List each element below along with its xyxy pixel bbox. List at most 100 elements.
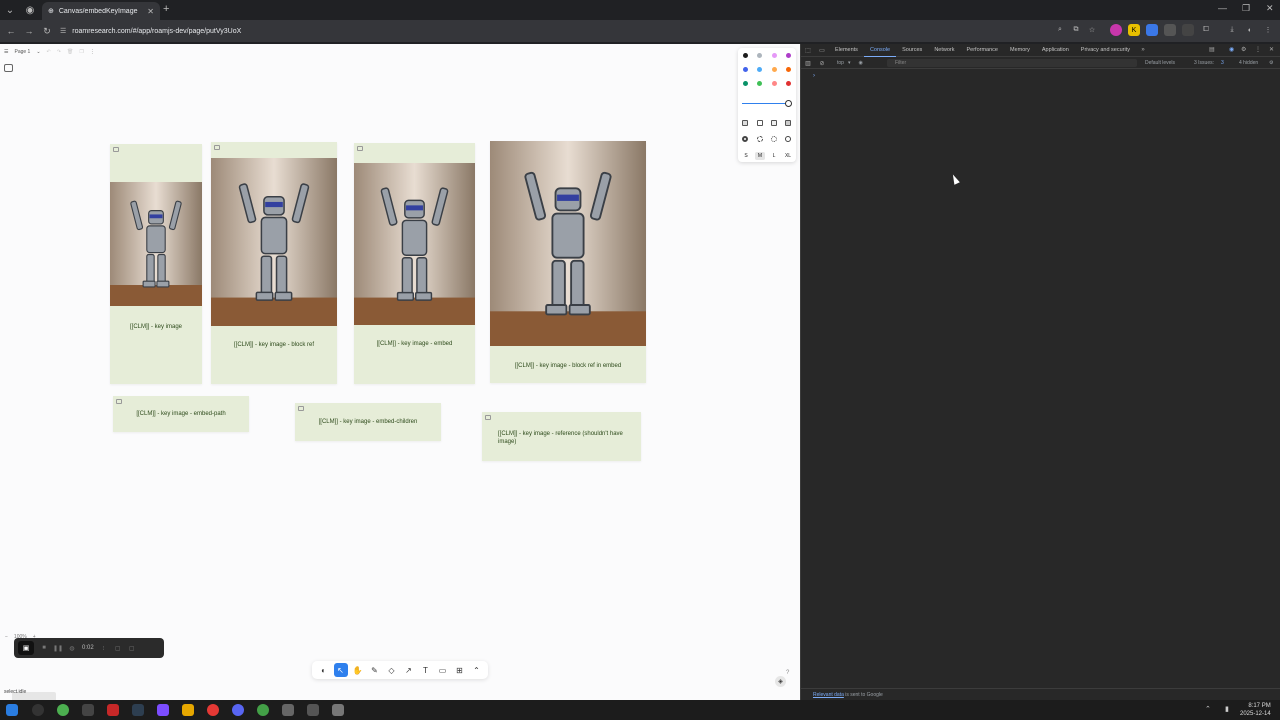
color-swatch[interactable] (786, 81, 791, 86)
clear-console-icon[interactable]: ⊘ (815, 60, 829, 67)
canvas-card-embed-children[interactable]: [[CLM]] - key image - embed-children (295, 403, 441, 441)
log-levels-dropdown[interactable]: Default levels (1145, 60, 1175, 66)
inspect-icon[interactable]: ⬚ (801, 47, 815, 54)
tab-application[interactable]: Application (1036, 44, 1075, 57)
arrow-icon[interactable]: ↗ (402, 663, 416, 677)
zoom-lens-icon[interactable]: ⌕ (1054, 24, 1066, 36)
stroke-draw-icon[interactable] (742, 136, 748, 142)
mic-icon[interactable]: ◍ (68, 644, 76, 652)
chrome-icon[interactable] (57, 704, 69, 716)
size-m-button[interactable]: M (755, 152, 765, 160)
eraser-icon[interactable]: ◇ (385, 663, 399, 677)
settings-icon[interactable]: ⁝ (100, 644, 108, 652)
extensions-icon[interactable]: ⧠ (1200, 24, 1212, 36)
extension-icon[interactable] (1110, 24, 1122, 36)
stop-icon[interactable]: ■ (40, 644, 48, 652)
redo-icon[interactable]: ↷ (57, 49, 61, 55)
tab-search-icon[interactable]: ⌄ (0, 0, 20, 20)
trash-icon[interactable]: 🗑 (67, 49, 73, 55)
ai-assist-icon[interactable]: ◉ (1229, 46, 1234, 53)
close-icon[interactable]: ▢ (128, 644, 136, 652)
tab-performance[interactable]: Performance (960, 44, 1004, 57)
back-icon[interactable]: ← (2, 26, 20, 36)
sidebar-icon[interactable]: ▥ (801, 60, 815, 67)
issues-label[interactable]: 3 Issues: (1194, 60, 1214, 66)
card-handle-icon[interactable] (214, 145, 220, 150)
tab-privacy[interactable]: Privacy and security (1075, 44, 1136, 57)
extension-puzzle-icon[interactable] (1164, 24, 1176, 36)
tab-sources[interactable]: Sources (896, 44, 928, 57)
canvas-card-embed[interactable]: [[CLM]] - key image - embed (354, 143, 475, 384)
page-label[interactable]: Page 1 (14, 49, 30, 55)
menu-icon[interactable]: ⋮ (1262, 24, 1274, 36)
zoom-out-icon[interactable]: − (5, 634, 8, 640)
hand-icon[interactable]: ✋ (351, 663, 365, 677)
app-icon[interactable] (107, 704, 119, 716)
undo-icon[interactable]: ↶ (47, 49, 51, 55)
color-swatch[interactable] (786, 67, 791, 72)
help-icon[interactable]: ? (786, 670, 789, 676)
tab-memory[interactable]: Memory (1004, 44, 1036, 57)
chevron-up-icon[interactable]: ⌃ (470, 663, 484, 677)
color-swatch[interactable] (743, 67, 748, 72)
size-l-button[interactable]: L (769, 152, 779, 160)
folder-icon[interactable] (182, 704, 194, 716)
camera-icon[interactable]: ▣ (18, 641, 34, 655)
app-icon[interactable] (32, 704, 44, 716)
color-swatch[interactable] (743, 53, 748, 58)
issues-tab-badge-icon[interactable]: ▤ (1209, 46, 1215, 53)
color-swatch[interactable] (743, 81, 748, 86)
more-tabs-icon[interactable]: » (1136, 47, 1150, 53)
browser-tab[interactable]: ⊕ Canvas/embedKeyImage ✕ (42, 2, 160, 20)
color-swatch[interactable] (772, 53, 777, 58)
live-expression-eye-icon[interactable]: ◉ (858, 60, 862, 66)
console-settings-icon[interactable]: ⚙ (1269, 60, 1273, 66)
devtools-settings-icon[interactable]: ⚙ (1241, 46, 1246, 53)
devtools-menu-icon[interactable]: ⋮ (1255, 46, 1261, 53)
app-icon[interactable] (82, 704, 94, 716)
restore-icon[interactable]: ❐ (1242, 3, 1250, 14)
canvas-card-block-ref-in-embed[interactable]: [[CLM]] - key image - block ref in embed (490, 141, 646, 383)
sidebar-toggle-icon[interactable] (4, 64, 13, 72)
pencil-icon[interactable]: ✎ (368, 663, 382, 677)
window-close-icon[interactable]: ✕ (1266, 3, 1274, 14)
fill-none-icon[interactable] (742, 120, 748, 126)
windows-start-icon[interactable] (6, 704, 18, 716)
install-icon[interactable]: ⧉ (1070, 24, 1082, 36)
tab-console[interactable]: Console (863, 44, 897, 57)
device-icon[interactable]: ▭ (815, 47, 829, 54)
fill-pattern-icon[interactable] (785, 120, 791, 126)
reload-icon[interactable]: ↻ (38, 26, 56, 37)
tab-elements[interactable]: Elements (829, 44, 864, 57)
context-chevron-icon[interactable]: ▾ (848, 60, 851, 66)
issues-count[interactable]: 3 (1221, 60, 1224, 66)
opacity-slider[interactable] (742, 103, 790, 104)
color-swatch[interactable] (757, 81, 762, 86)
opacity-slider-knob[interactable] (785, 100, 792, 107)
account-icon[interactable]: ◐ (1244, 24, 1256, 36)
delete-icon[interactable]: ▢ (114, 644, 122, 652)
page-chevron-icon[interactable]: ⌄ (36, 49, 40, 55)
clock[interactable]: 8:17 PM 2025-12-14 (1240, 702, 1271, 718)
canvas-card-embed-path[interactable]: [[CLM]] - key image - embed-path (113, 396, 249, 432)
canvas-card-block-ref[interactable]: [[CLM]] - key image - block ref (211, 142, 337, 384)
color-swatch[interactable] (772, 67, 777, 72)
extension-k-icon[interactable]: K (1128, 24, 1140, 36)
stroke-dashed-icon[interactable] (757, 136, 763, 142)
size-xl-button[interactable]: XL (783, 152, 793, 160)
context-selector[interactable]: top (837, 60, 844, 66)
color-swatch[interactable] (757, 67, 762, 72)
more-icon[interactable]: ⋮ (90, 49, 95, 55)
terminal-icon[interactable] (132, 704, 144, 716)
canvas-card-key-image[interactable]: [[CLM]] - key image (110, 144, 202, 384)
stroke-solid-icon[interactable] (785, 136, 791, 142)
eye-icon[interactable]: ◐ (317, 663, 331, 677)
canvas-card-reference[interactable]: [[CLM]] - key image - reference (shouldn… (482, 412, 641, 461)
app-icon[interactable] (257, 704, 269, 716)
bookmark-star-icon[interactable]: ☆ (1086, 24, 1098, 36)
app-icon[interactable] (207, 704, 219, 716)
color-swatch[interactable] (757, 53, 762, 58)
canvas-area[interactable]: ☰ Page 1 ⌄ ↶ ↷ 🗑 ❐ ⋮ [[CLM]] - key image (0, 44, 800, 700)
relevant-data-link[interactable]: Relevant data (813, 692, 844, 698)
app-icon[interactable] (332, 704, 344, 716)
